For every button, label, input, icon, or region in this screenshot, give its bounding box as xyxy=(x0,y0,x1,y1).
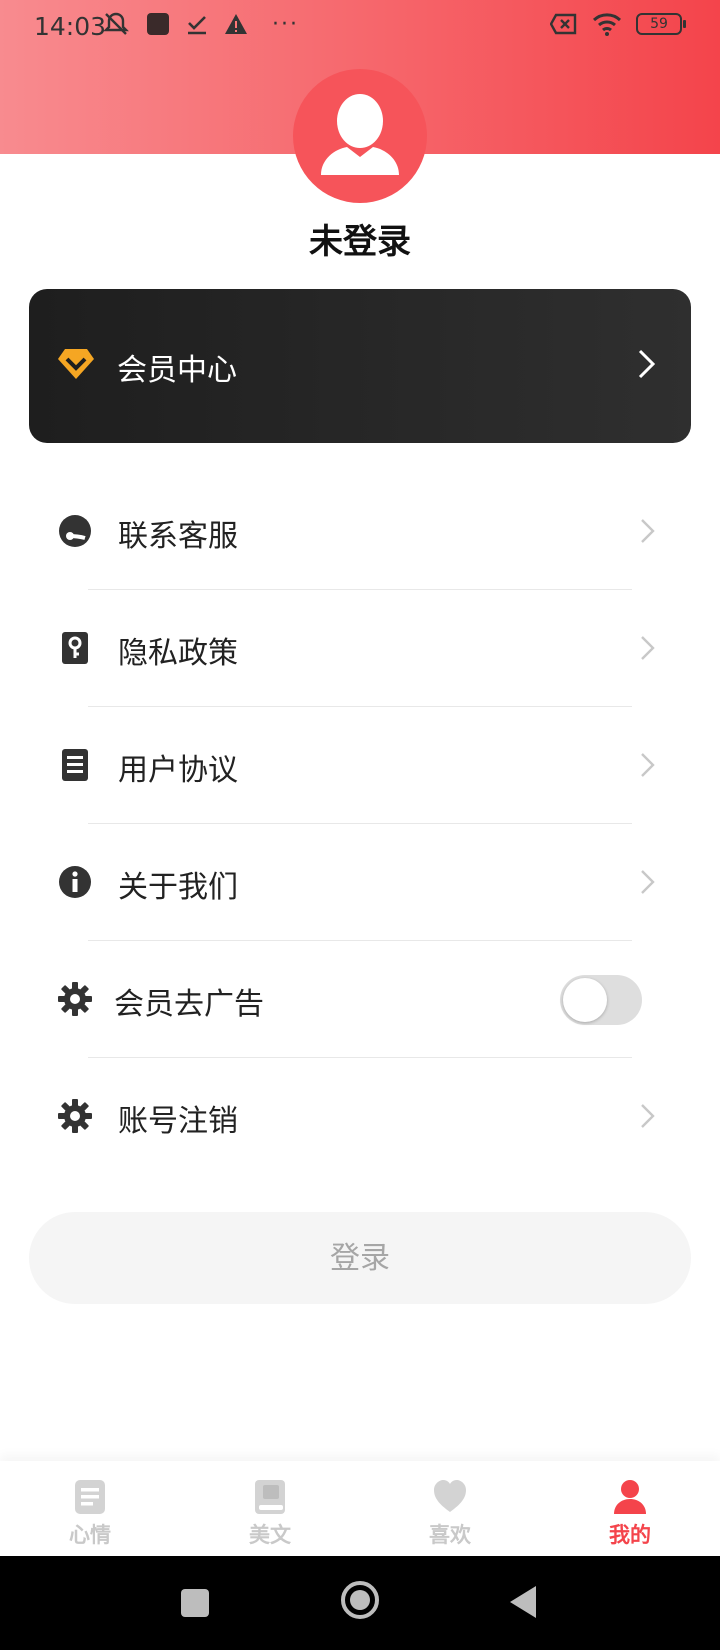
menu-item-label: 账号注销 xyxy=(118,1104,238,1139)
bottom-tab-bar: 心情 美文 喜欢 我的 xyxy=(0,1461,720,1556)
tab-label: 心情 xyxy=(69,1523,111,1547)
menu-item-vip-remove-ads: 会员去广告 xyxy=(0,941,720,1058)
download-done-icon xyxy=(188,16,206,35)
avatar[interactable] xyxy=(293,69,427,203)
more-dots-icon: ··· xyxy=(272,11,299,37)
battery-icon: 59 xyxy=(636,13,686,35)
menu-item-contact-service[interactable]: 联系客服 xyxy=(0,473,720,590)
person-avatar-icon xyxy=(321,94,399,175)
chevron-right-icon xyxy=(641,636,655,660)
chevron-right-icon xyxy=(638,349,656,379)
remove-ads-toggle[interactable] xyxy=(560,975,642,1025)
note-icon xyxy=(75,1480,105,1514)
user-name[interactable]: 未登录 xyxy=(0,214,720,263)
tab-label: 喜欢 xyxy=(429,1523,471,1547)
menu-item-privacy-policy[interactable]: 隐私政策 xyxy=(0,590,720,707)
status-icons-left: ··· xyxy=(102,10,299,38)
system-navigation-bar xyxy=(0,1556,720,1650)
sim-error-icon xyxy=(550,13,577,35)
tab-label: 我的 xyxy=(609,1523,651,1547)
tab-articles[interactable]: 美文 xyxy=(210,1461,330,1556)
info-icon xyxy=(59,866,91,898)
chevron-right-icon xyxy=(641,753,655,777)
mute-icon xyxy=(103,12,129,35)
toggle-knob xyxy=(563,978,607,1022)
status-icons-right: 59 xyxy=(550,12,686,36)
document-icon xyxy=(62,749,88,781)
heart-icon xyxy=(434,1480,466,1512)
vip-center-card[interactable]: 会员中心 xyxy=(29,289,691,443)
tab-mood[interactable]: 心情 xyxy=(30,1461,150,1556)
menu-item-user-agreement[interactable]: 用户协议 xyxy=(0,707,720,824)
chevron-right-icon xyxy=(641,870,655,894)
status-time: 14:03 xyxy=(34,12,107,41)
menu-item-label: 关于我们 xyxy=(118,870,238,905)
menu-item-label: 隐私政策 xyxy=(118,636,238,671)
menu-item-about-us[interactable]: 关于我们 xyxy=(0,824,720,941)
diamond-icon xyxy=(58,349,94,379)
customer-service-icon xyxy=(59,515,91,547)
chevron-right-icon xyxy=(641,1104,655,1128)
battery-level: 59 xyxy=(650,16,668,32)
status-bar: 14:03 ··· 59 xyxy=(0,0,720,56)
menu-item-label: 联系客服 xyxy=(118,519,238,554)
menu-item-delete-account[interactable]: 账号注销 xyxy=(0,1058,720,1175)
menu-item-label: 用户协议 xyxy=(118,753,238,788)
warning-icon xyxy=(225,14,247,34)
back-icon[interactable] xyxy=(508,1585,538,1619)
book-icon xyxy=(255,1480,285,1514)
login-button[interactable]: 登录 xyxy=(29,1212,691,1304)
gear-icon xyxy=(58,982,92,1016)
tab-mine[interactable]: 我的 xyxy=(570,1461,690,1556)
tab-favorites[interactable]: 喜欢 xyxy=(390,1461,510,1556)
settings-menu: 联系客服 隐私政策 用户协议 关于我们 会员去广告 账号注销 xyxy=(0,473,720,1175)
menu-item-label: 会员去广告 xyxy=(114,987,264,1022)
gear-icon xyxy=(58,1099,92,1133)
vip-center-label: 会员中心 xyxy=(117,353,237,388)
chevron-right-icon xyxy=(641,519,655,543)
privacy-key-icon xyxy=(62,632,88,664)
recent-apps-icon[interactable] xyxy=(181,1589,209,1617)
person-icon xyxy=(614,1480,646,1514)
app-icon xyxy=(147,13,169,35)
wifi-icon xyxy=(592,13,622,36)
home-icon[interactable] xyxy=(340,1580,380,1620)
tab-label: 美文 xyxy=(249,1523,291,1547)
